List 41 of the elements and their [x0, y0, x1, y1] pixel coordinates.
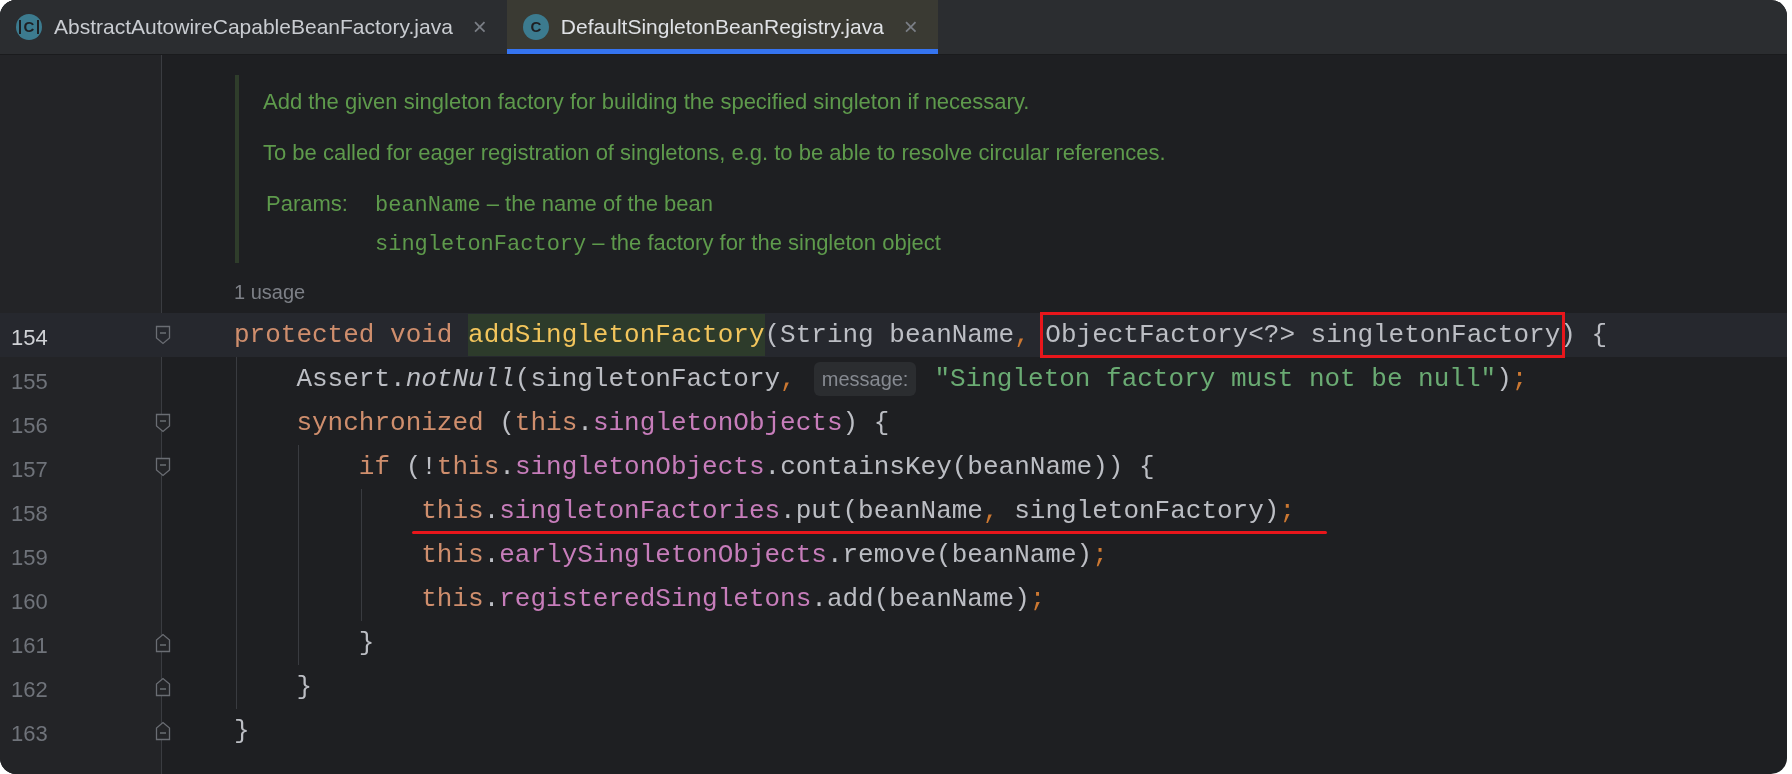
- code-text: this.earlySingletonObjects.remove(beanName);: [420, 538, 1108, 572]
- line-number: 159: [11, 544, 48, 572]
- doc-text: Add the given singleton factory for building the specified singleton if necessary.: [263, 88, 1031, 116]
- fold-icon[interactable]: [155, 677, 171, 697]
- line-number: 157: [11, 456, 48, 484]
- fold-icon[interactable]: [155, 413, 171, 433]
- close-icon[interactable]: ×: [472, 9, 487, 45]
- fold-icon[interactable]: [155, 721, 171, 741]
- class-icon: C: [16, 14, 42, 40]
- line-number: 163: [11, 720, 48, 748]
- code-text: }: [357, 626, 375, 660]
- code-text: (String beanName,: [764, 318, 1031, 352]
- usage-hint[interactable]: 1 usage: [234, 277, 306, 307]
- doc-text: To be called for eager registration of singletons, e.g. to be able to resolve circular references.: [263, 139, 1166, 167]
- inlay-hint: message:: [813, 362, 917, 396]
- code-text: }: [234, 714, 250, 748]
- line-number: 161: [11, 632, 48, 660]
- code-text: this.registeredSingletons.add(beanName);: [420, 582, 1046, 616]
- code-text: synchronized (this.singletonObjects) {: [295, 406, 890, 440]
- code-text: }: [295, 670, 312, 704]
- code-text: if (!this.singletonObjects.containsKey(beanName)) {: [357, 450, 1155, 484]
- line-number: 158: [11, 500, 48, 528]
- method-name: addSingletonFactory: [468, 314, 765, 356]
- line-number: 162: [11, 676, 48, 704]
- class-icon: C: [522, 14, 549, 40]
- param-description: singletonFactory – the factory for the singleton object: [375, 229, 941, 259]
- params-label: Params:: [266, 190, 349, 218]
- line-number: 160: [11, 588, 48, 616]
- fold-icon[interactable]: [155, 633, 171, 653]
- param-description: beanName – the name of the bean: [375, 190, 715, 220]
- code-text: "Singleton factory must not be null");: [934, 362, 1528, 396]
- line-number: 155: [11, 368, 48, 396]
- code-text: Assert.notNull(singletonFactory,: [295, 362, 796, 396]
- code-text: protected void: [234, 318, 454, 352]
- line-number: 156: [11, 412, 48, 440]
- line-number: 154: [11, 324, 48, 352]
- fold-icon[interactable]: [155, 457, 171, 477]
- editor-tab[interactable]: C DefaultSingletonBeanRegistry.java ×: [506, 0, 938, 54]
- close-icon[interactable]: ×: [903, 9, 918, 45]
- code-text: this.singletonFactories.put(beanName, singletonFactory);: [420, 494, 1296, 528]
- fold-icon[interactable]: [155, 325, 171, 345]
